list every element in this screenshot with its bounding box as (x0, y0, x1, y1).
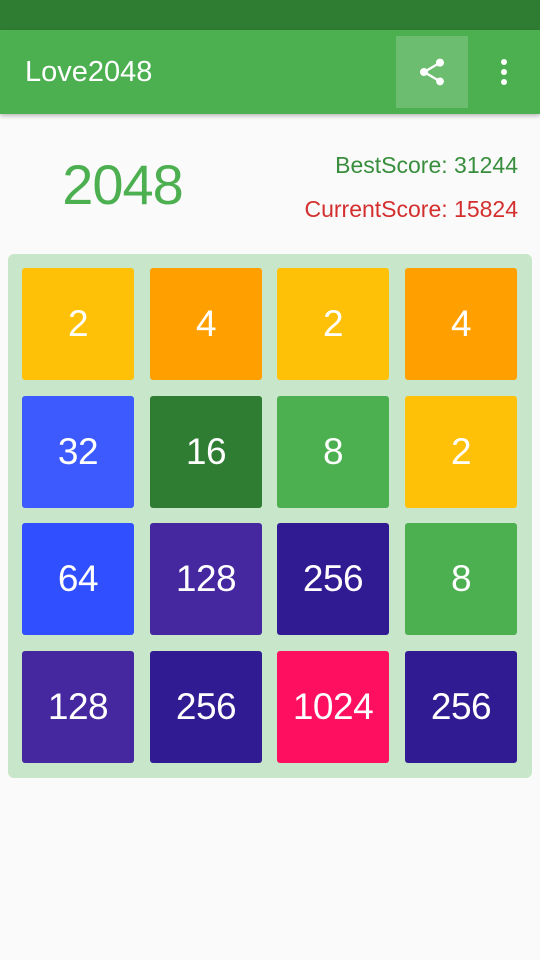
tile-r3-c3: 256 (277, 523, 389, 635)
more-options-button[interactable] (480, 36, 528, 108)
status-bar (0, 0, 540, 30)
share-icon (420, 58, 444, 86)
tile-r3-c4: 8 (405, 523, 517, 635)
game-title: 2048 (62, 153, 184, 216)
best-score: BestScore: 31244 (335, 152, 518, 178)
current-score: CurrentScore: 15824 (304, 196, 518, 222)
tile-r1-c1: 2 (22, 268, 134, 380)
share-button[interactable] (396, 36, 468, 108)
tile-r2-c4: 2 (405, 396, 517, 508)
tile-r1-c2: 4 (150, 268, 262, 380)
tile-r3-c2: 128 (150, 523, 262, 635)
tile-r4-c4: 256 (405, 651, 517, 763)
more-vert-icon (501, 59, 507, 85)
tile-r2-c2: 16 (150, 396, 262, 508)
tile-r3-c1: 64 (22, 523, 134, 635)
tile-r2-c3: 8 (277, 396, 389, 508)
tile-r1-c4: 4 (405, 268, 517, 380)
game-board[interactable]: 2 4 2 4 32 16 8 2 64 128 256 8 128 256 1… (8, 254, 532, 778)
tile-r4-c1: 128 (22, 651, 134, 763)
app-bar: Love2048 (0, 30, 540, 114)
tile-r4-c2: 256 (150, 651, 262, 763)
tile-r2-c1: 32 (22, 396, 134, 508)
tile-r4-c3: 1024 (277, 651, 389, 763)
tile-r1-c3: 2 (277, 268, 389, 380)
app-title: Love2048 (25, 56, 153, 88)
